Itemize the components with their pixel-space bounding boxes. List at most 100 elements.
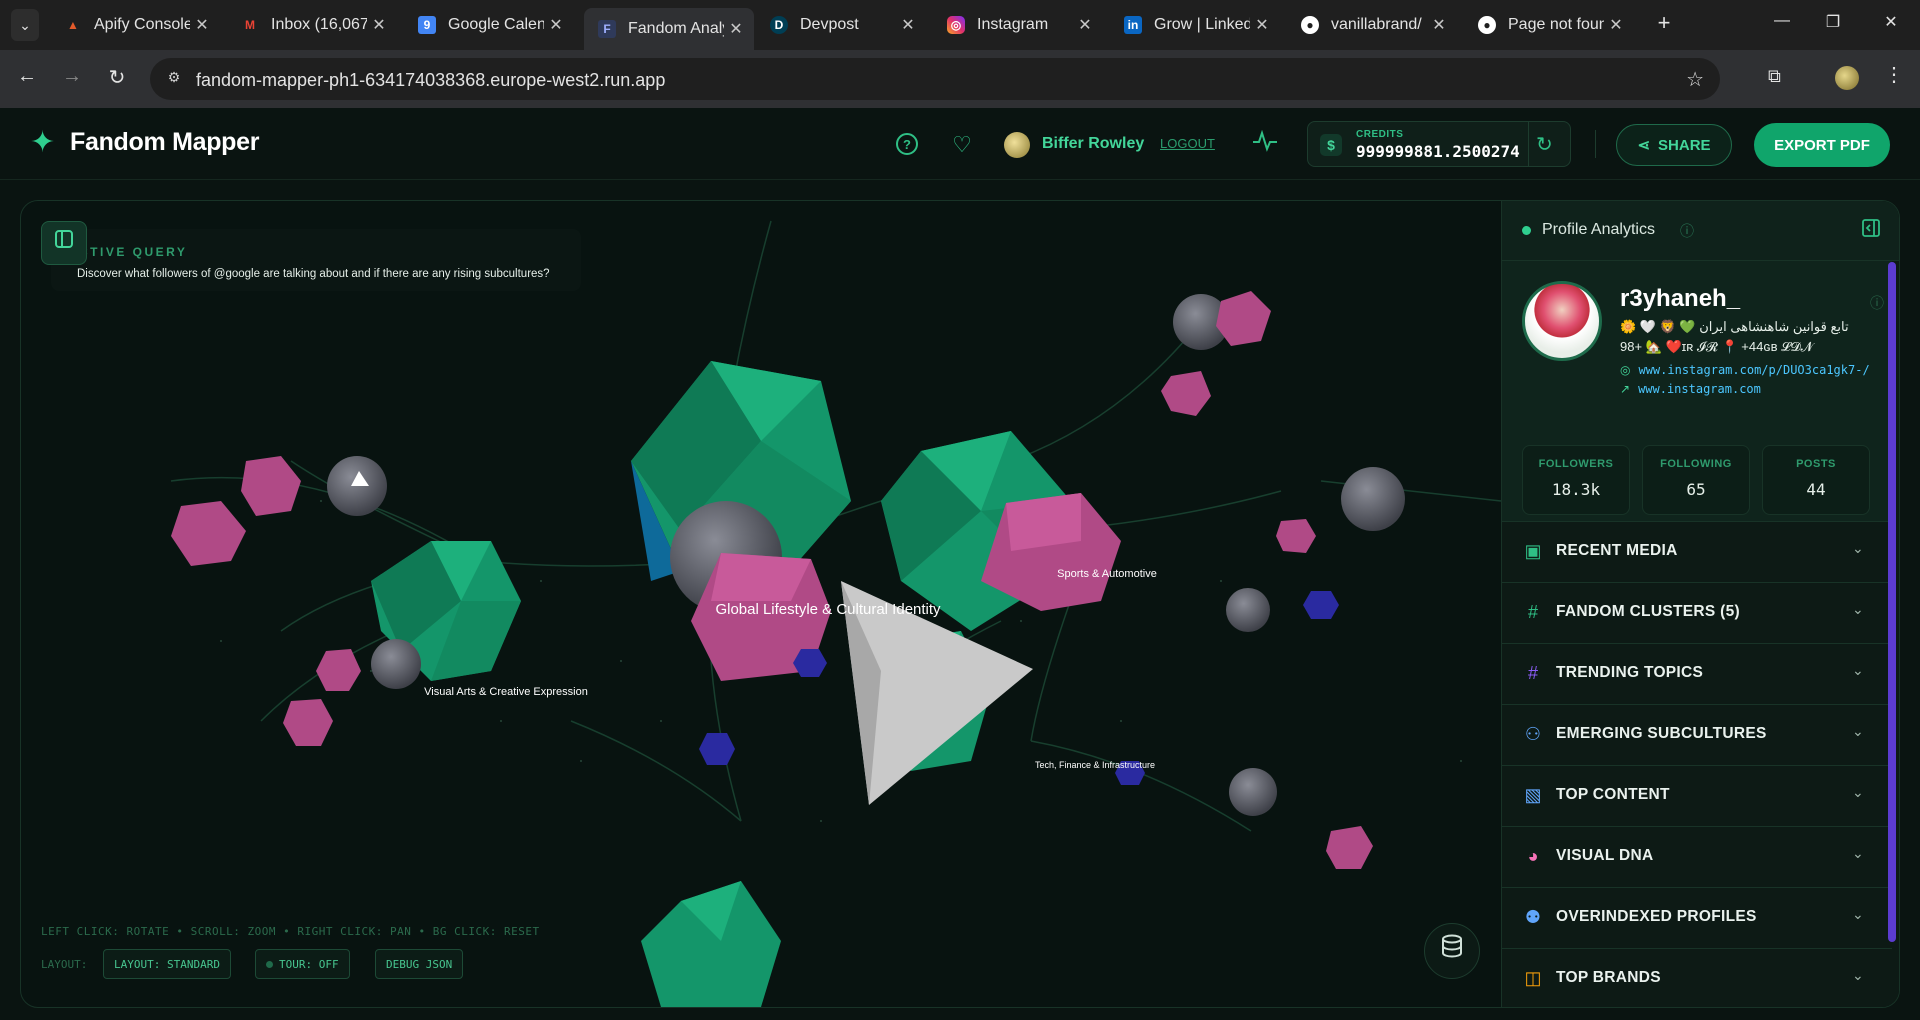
credits-label: CREDITS <box>1356 129 1404 140</box>
status-dot <box>266 960 273 968</box>
back-icon[interactable]: ← <box>13 65 41 88</box>
forward-icon[interactable]: → <box>58 65 86 88</box>
close-icon[interactable]: ✕ <box>190 15 214 35</box>
url-text[interactable]: fandom-mapper-ph1-634174038368.europe-we… <box>196 70 665 91</box>
section-top-content[interactable]: ▧ TOP CONTENT ⌄ <box>1502 765 1892 825</box>
export-pdf-button[interactable]: EXPORT PDF <box>1754 123 1890 167</box>
media-icon: ▣ <box>1524 541 1542 561</box>
hash-icon: # <box>1527 663 1538 683</box>
section-fandom-clusters[interactable]: # FANDOM CLUSTERS (5) ⌄ <box>1502 582 1892 642</box>
tab-apify[interactable]: ▲ Apify Console ✕ <box>50 8 220 42</box>
profile-node[interactable] <box>371 639 421 689</box>
tab-linkedin[interactable]: in Grow | LinkedIn ✕ <box>1110 8 1280 42</box>
new-tab-button[interactable]: + <box>1650 10 1678 40</box>
help-icon[interactable]: ? <box>894 132 920 158</box>
tab-github-404[interactable]: ● Page not found ✕ <box>1464 8 1634 42</box>
close-icon[interactable]: ✕ <box>1604 15 1628 35</box>
collapse-panel-icon[interactable] <box>1862 219 1880 242</box>
topic-node[interactable] <box>1216 291 1271 346</box>
topic-node[interactable] <box>316 649 361 691</box>
gmail-icon: M <box>245 18 255 32</box>
topic-node[interactable] <box>1326 826 1373 869</box>
creator-node[interactable] <box>1303 591 1339 619</box>
panel-header: Profile Analytics ⓘ <box>1502 201 1899 261</box>
app-header: ✦ Fandom Mapper ? ♡ Biffer Rowley LOGOUT… <box>0 108 1920 180</box>
avatar[interactable] <box>1004 132 1030 158</box>
topic-node[interactable] <box>1161 371 1211 416</box>
profile-website-link[interactable]: ↗ www.instagram.com <box>1620 382 1761 396</box>
tab-github-repo[interactable]: ● vanillabrand/ ✕ <box>1287 8 1457 42</box>
close-icon[interactable]: ✕ <box>544 15 568 35</box>
browser-profile-avatar[interactable] <box>1835 66 1859 90</box>
divider <box>1595 130 1596 158</box>
chevron-down-icon: ⌄ <box>1852 906 1864 922</box>
activity-icon[interactable] <box>1252 129 1278 158</box>
close-window-icon[interactable]: ✕ <box>1876 12 1906 32</box>
external-link-icon: ↗ <box>1620 382 1631 396</box>
chevron-down-icon: ⌄ <box>1852 723 1864 739</box>
dollar-icon: $ <box>1320 134 1342 156</box>
section-recent-media[interactable]: ▣ RECENT MEDIA ⌄ <box>1502 521 1892 581</box>
topic-node[interactable] <box>171 501 246 566</box>
chevron-down-icon: ⌄ <box>1852 662 1864 678</box>
heart-icon[interactable]: ♡ <box>949 132 975 158</box>
browser-menu-icon[interactable]: ⋮ <box>1884 62 1904 87</box>
active-query-text: Discover what followers of @google are t… <box>77 268 550 280</box>
section-overindexed-profiles[interactable]: ⚉ OVERINDEXED PROFILES ⌄ <box>1502 887 1892 947</box>
close-icon[interactable]: ✕ <box>1427 15 1451 35</box>
logout-link[interactable]: LOGOUT <box>1160 136 1215 151</box>
creator-node[interactable] <box>699 733 735 765</box>
section-top-brands[interactable]: ◫ TOP BRANDS ⌄ <box>1502 948 1892 1007</box>
reload-icon[interactable]: ↻ <box>103 65 131 90</box>
refresh-icon[interactable]: ↻ <box>1536 132 1553 157</box>
fandom-3d-graph[interactable]: Global Lifestyle & Cultural Identity Spo… <box>21 201 1501 1007</box>
minimize-icon[interactable]: — <box>1767 12 1797 30</box>
topic-node[interactable] <box>1276 519 1316 553</box>
help-icon[interactable]: ⓘ <box>1870 293 1884 313</box>
share-button[interactable]: ⋖ SHARE <box>1616 124 1732 166</box>
section-visual-dna[interactable]: ◕ VISUAL DNA ⌄ <box>1502 826 1892 886</box>
bookmark-star-icon[interactable]: ☆ <box>1686 67 1704 92</box>
sidebar-toggle-button[interactable] <box>41 221 87 265</box>
profile-node[interactable] <box>1226 588 1270 632</box>
site-settings-icon[interactable]: ⚙ <box>164 69 184 89</box>
section-trending-topics[interactable]: # TRENDING TOPICS ⌄ <box>1502 643 1892 703</box>
close-icon[interactable]: ✕ <box>724 19 748 39</box>
topic-node[interactable] <box>241 456 301 516</box>
topic-node[interactable] <box>283 699 333 746</box>
extensions-icon[interactable]: ⧉ <box>1768 66 1781 87</box>
tab-search-button[interactable]: ⌄ <box>11 9 39 41</box>
tab-fandom[interactable]: F Fandom Analytics ✕ <box>584 8 754 50</box>
tab-gmail[interactable]: M Inbox (16,067) ✕ <box>227 8 397 42</box>
database-icon[interactable] <box>1424 923 1480 979</box>
debug-json-button[interactable]: DEBUG JSON <box>375 949 464 979</box>
profile-node[interactable] <box>1229 768 1277 816</box>
close-icon[interactable]: ✕ <box>896 15 920 35</box>
divider <box>1528 122 1529 166</box>
close-icon[interactable]: ✕ <box>367 15 391 35</box>
profile-bio: 98+ 🏡 ❤️ɪʀ 𝓘𝓡 📍 +44ɢʙ 𝓛𝓓𝓝 <box>1620 339 1813 354</box>
url-field[interactable]: ⚙ fandom-mapper-ph1-634174038368.europe-… <box>150 58 1720 100</box>
close-icon[interactable]: ✕ <box>1250 15 1274 35</box>
fandom-mapper-app: ✦ Fandom Mapper ? ♡ Biffer Rowley LOGOUT… <box>0 108 1920 1020</box>
chevron-down-icon: ⌄ <box>1852 784 1864 800</box>
restore-icon[interactable]: ❐ <box>1818 12 1848 32</box>
tab-instagram[interactable]: ◎ Instagram ✕ <box>933 8 1103 42</box>
layout-button[interactable]: LAYOUT: STANDARD <box>103 949 231 979</box>
panel-scrollbar[interactable] <box>1888 262 1896 942</box>
help-icon[interactable]: ⓘ <box>1680 221 1694 241</box>
tab-calendar[interactable]: 9 Google Calendar ✕ <box>404 8 574 42</box>
tab-devpost[interactable]: D Devpost ✕ <box>756 8 926 42</box>
cluster-node-bottom[interactable] <box>641 881 781 1007</box>
profile-username: r3yhaneh_ <box>1620 285 1741 312</box>
active-query-label: CTIVE QUERY <box>79 245 188 259</box>
address-bar: ← → ↻ ⚙ fandom-mapper-ph1-634174038368.e… <box>0 50 1920 108</box>
profile-post-link[interactable]: ◎ www.instagram.com/p/DUO3ca1gk7-/ <box>1620 363 1870 377</box>
section-emerging-subcultures[interactable]: ⚇ EMERGING SUBCULTURES ⌄ <box>1502 704 1892 764</box>
user-name[interactable]: Biffer Rowley <box>1042 135 1144 153</box>
avatar[interactable] <box>1522 281 1602 361</box>
tour-toggle[interactable]: TOUR: OFF <box>255 949 350 979</box>
profile-node[interactable] <box>1341 467 1405 531</box>
close-icon[interactable]: ✕ <box>1073 15 1097 35</box>
graph-stage: Global Lifestyle & Cultural Identity Spo… <box>20 200 1900 1008</box>
